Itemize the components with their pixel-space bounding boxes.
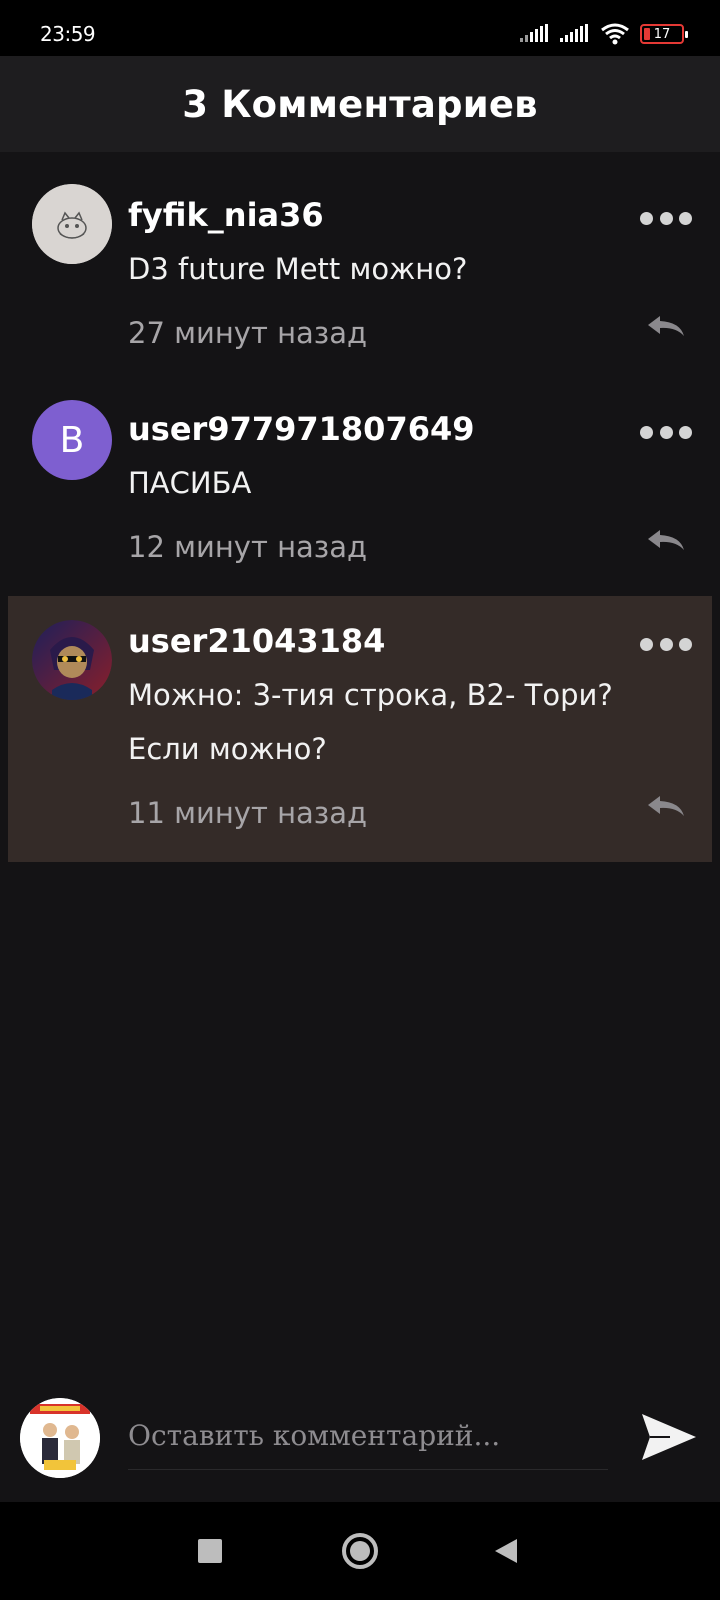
comment-text: D3 future Mett можно?	[128, 252, 468, 286]
my-avatar[interactable]	[20, 1398, 100, 1478]
comment-text: Можно: 3-тия строка, В2- Тори? Если можн…	[128, 668, 672, 776]
reply-icon[interactable]	[644, 792, 688, 820]
comment-time: 12 минут назад	[128, 530, 368, 564]
status-icons: 17	[520, 22, 688, 46]
comment-composer	[0, 1382, 720, 1502]
home-circle-icon[interactable]	[310, 1502, 410, 1600]
comments-header: 3 Комментариев	[0, 56, 720, 152]
signal-icon	[560, 24, 588, 42]
comment-text: ПАСИБА	[128, 466, 252, 500]
status-time: 23:59	[40, 22, 96, 46]
reply-icon[interactable]	[644, 312, 688, 340]
comment-username[interactable]: user21043184	[128, 622, 385, 660]
battery-icon: 17	[640, 24, 688, 44]
send-icon[interactable]	[640, 1410, 698, 1464]
comment-item: B user977971807649 ПАСИБА 12 минут назад	[8, 384, 712, 592]
more-options-icon[interactable]	[640, 637, 692, 651]
more-options-icon[interactable]	[640, 425, 692, 439]
signal-icon	[520, 24, 548, 42]
comment-username[interactable]: fyfik_nia36	[128, 196, 324, 234]
wifi-icon	[601, 23, 629, 45]
character-avatar-icon[interactable]	[32, 620, 112, 700]
back-triangle-icon[interactable]	[456, 1502, 556, 1600]
comment-time: 27 минут назад	[128, 316, 368, 350]
reply-icon[interactable]	[644, 526, 688, 554]
comment-time: 11 минут назад	[128, 796, 368, 830]
comment-text-line: Можно: 3-тия строка, В2- Тори?	[128, 678, 613, 712]
comment-item-highlighted: user21043184 Можно: 3-тия строка, В2- То…	[8, 596, 712, 862]
avatar-letter: B	[59, 419, 85, 461]
comment-username[interactable]: user977971807649	[128, 410, 475, 448]
recents-square-icon[interactable]	[160, 1502, 260, 1600]
status-bar: 23:59 17	[0, 0, 720, 56]
battery-level: 17	[653, 26, 671, 42]
more-options-icon[interactable]	[640, 211, 692, 225]
letter-avatar[interactable]: B	[32, 400, 112, 480]
sketch-avatar-icon[interactable]	[32, 184, 112, 264]
page-title: 3 Комментариев	[182, 82, 538, 126]
comment-input[interactable]	[128, 1402, 608, 1470]
system-nav-bar	[0, 1502, 720, 1600]
comment-item: fyfik_nia36 D3 future Mett можно? 27 мин…	[8, 170, 712, 378]
comment-text-line: Если можно?	[128, 732, 327, 766]
